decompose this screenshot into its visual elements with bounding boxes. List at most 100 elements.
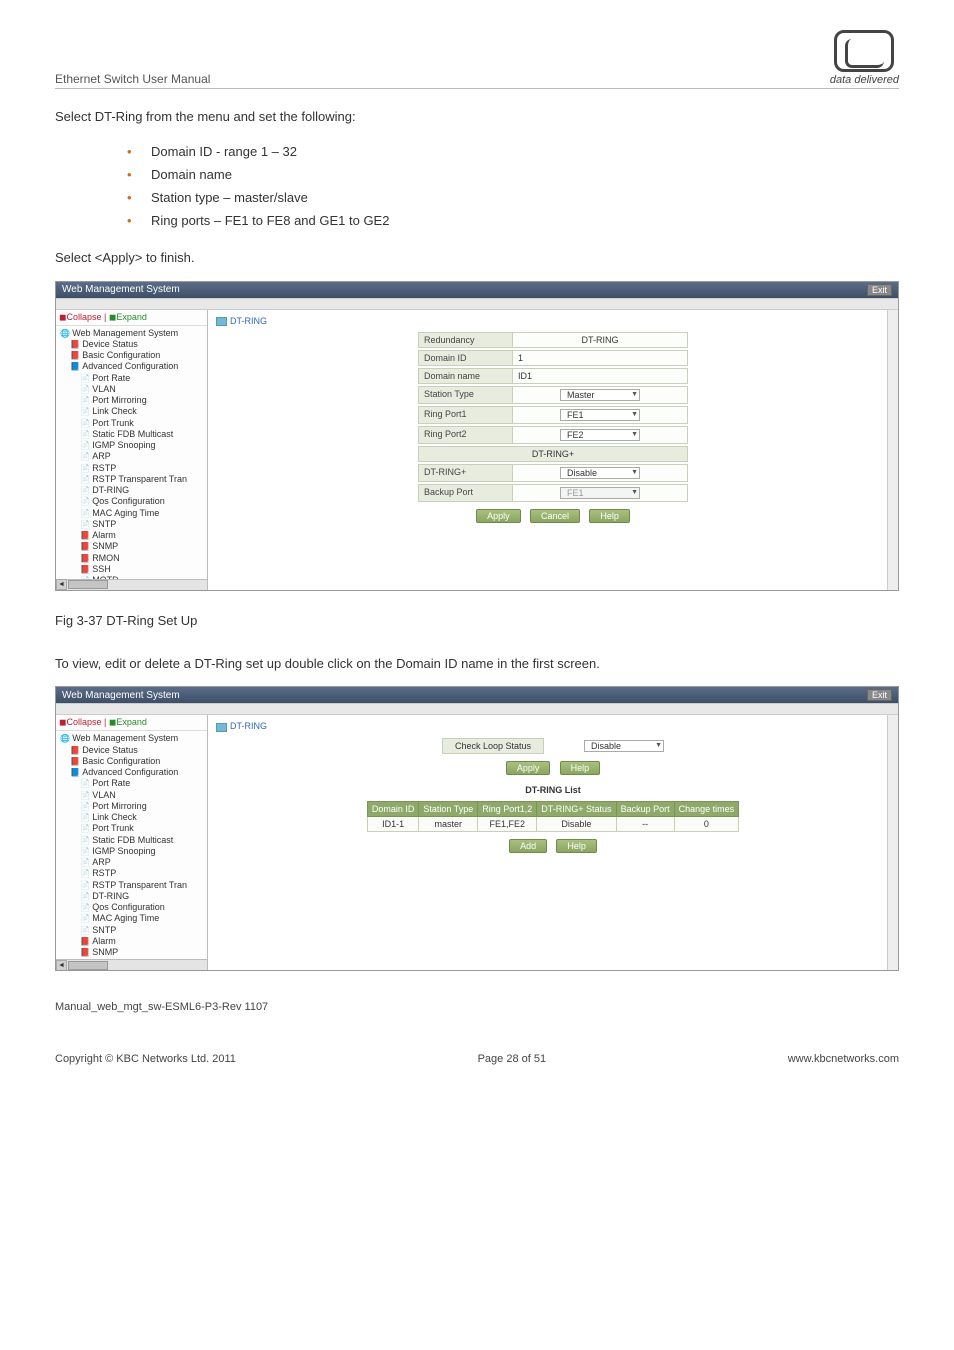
label-ring-port2: Ring Port2 [418, 426, 513, 444]
tree-item[interactable]: VLAN [60, 384, 205, 395]
tree-root[interactable]: Web Management System [60, 733, 205, 744]
bullet-item: Domain name [127, 163, 899, 186]
chevron-down-icon: ▼ [625, 411, 638, 418]
help-button[interactable]: Help [589, 509, 630, 523]
tree-item[interactable]: SNTP [60, 519, 205, 530]
tree-item[interactable]: Qos Configuration [60, 902, 205, 913]
footer-copyright: Copyright © KBC Networks Ltd. 2011 [55, 1053, 236, 1065]
footer-url: www.kbcnetworks.com [788, 1053, 899, 1065]
tree-item[interactable]: Device Status [60, 745, 205, 756]
brand-logo: data delivered [830, 30, 899, 86]
tree-item[interactable]: RSTP [60, 868, 205, 879]
add-button[interactable]: Add [509, 839, 547, 853]
tree-item[interactable]: RSTP Transparent Tran [60, 474, 205, 485]
manual-revision: Manual_web_mgt_sw-ESML6-P3-Rev 1107 [55, 1001, 899, 1013]
bullet-item: Domain ID - range 1 – 32 [127, 140, 899, 163]
tree-item[interactable]: Qos Configuration [60, 496, 205, 507]
chevron-down-icon: ▼ [625, 391, 638, 398]
table-row[interactable]: ID1-1 master FE1,FE2 Disable -- 0 [367, 816, 738, 831]
chevron-down-icon: ▼ [625, 469, 638, 476]
tree-item[interactable]: IGMP Snooping [60, 846, 205, 857]
tree-item[interactable]: Port Rate [60, 778, 205, 789]
input-domain-id[interactable]: 1 [513, 350, 688, 366]
apply-text: Select <Apply> to finish. [55, 248, 899, 269]
tree-item[interactable]: Static FDB Multicast [60, 429, 205, 440]
sidebar-scrollbar[interactable]: ◄ [56, 579, 207, 590]
value-redundancy: DT-RING [513, 332, 688, 348]
vertical-scrollbar[interactable] [887, 310, 898, 590]
tree-item[interactable]: Advanced Configuration [60, 361, 205, 372]
apply-button[interactable]: Apply [506, 761, 551, 775]
tree-item[interactable]: Static FDB Multicast [60, 835, 205, 846]
cancel-button[interactable]: Cancel [530, 509, 580, 523]
tree-item[interactable]: ARP [60, 451, 205, 462]
exit-button[interactable]: Exit [867, 284, 892, 296]
tree-item[interactable]: ARP [60, 857, 205, 868]
help-button[interactable]: Help [556, 839, 597, 853]
bullet-item: Station type – master/slave [127, 186, 899, 209]
nav-sidebar: ◼Collapse | ◼Expand Web Management Syste… [56, 715, 208, 970]
tree-item[interactable]: Device Status [60, 339, 205, 350]
tree-item[interactable]: Basic Configuration [60, 350, 205, 361]
tree-item[interactable]: SNTP [60, 925, 205, 936]
tree-item[interactable]: RMON [60, 553, 205, 564]
tree-item[interactable]: IGMP Snooping [60, 440, 205, 451]
label-backup-port: Backup Port [418, 484, 513, 502]
tree-item[interactable]: SNMP [60, 541, 205, 552]
help-button[interactable]: Help [560, 761, 601, 775]
breadcrumb-icon [216, 723, 227, 732]
tree-item[interactable]: Link Check [60, 812, 205, 823]
tree-item[interactable]: Link Check [60, 406, 205, 417]
tree-item[interactable]: SNMP [60, 947, 205, 958]
tree-item[interactable]: Alarm [60, 936, 205, 947]
tree-item[interactable]: Port Mirroring [60, 395, 205, 406]
window-title: Web Management System [62, 690, 180, 701]
intro-text: Select DT-Ring from the menu and set the… [55, 107, 899, 128]
tree-item[interactable]: DT-RING [60, 891, 205, 902]
label-redundancy: Redundancy [418, 332, 513, 348]
vertical-scrollbar[interactable] [887, 715, 898, 970]
tree-item[interactable]: VLAN [60, 790, 205, 801]
tree-item[interactable]: RSTP Transparent Tran [60, 880, 205, 891]
tree-item[interactable]: MAC Aging Time [60, 913, 205, 924]
chevron-down-icon: ▼ [625, 431, 638, 438]
tree-item[interactable]: MAC Aging Time [60, 508, 205, 519]
select-ring-port1[interactable]: FE1▼ [560, 409, 640, 421]
tree-root[interactable]: Web Management System [60, 328, 205, 339]
bullet-item: Ring ports – FE1 to FE8 and GE1 to GE2 [127, 209, 899, 232]
tree-item[interactable]: Port Trunk [60, 823, 205, 834]
section-dtring-plus: DT-RING+ [418, 446, 688, 462]
tree-item[interactable]: Alarm [60, 530, 205, 541]
tree-item[interactable]: SSH [60, 564, 205, 575]
label-domain-name: Domain name [418, 368, 513, 384]
th-backup-port: Backup Port [616, 801, 674, 816]
window-title: Web Management System [62, 284, 180, 295]
view-text: To view, edit or delete a DT-Ring set up… [55, 654, 899, 675]
tree-item[interactable]: Basic Configuration [60, 756, 205, 767]
input-domain-name[interactable]: ID1 [513, 368, 688, 384]
sidebar-scrollbar[interactable]: ◄ [56, 959, 207, 970]
tree-toggle[interactable]: ◼Collapse | ◼Expand [56, 715, 207, 731]
exit-button[interactable]: Exit [867, 689, 892, 701]
tree-item[interactable]: Port Mirroring [60, 801, 205, 812]
label-ring-port1: Ring Port1 [418, 406, 513, 424]
tree-toggle[interactable]: ◼Collapse | ◼Expand [56, 310, 207, 326]
select-dtring-plus[interactable]: Disable▼ [560, 467, 640, 479]
breadcrumb: DT-RING [208, 719, 898, 737]
select-ring-port2[interactable]: FE2▼ [560, 429, 640, 441]
tree-item[interactable]: RSTP [60, 463, 205, 474]
tree-item[interactable]: Advanced Configuration [60, 767, 205, 778]
label-dtring-plus: DT-RING+ [418, 464, 513, 482]
th-station-type: Station Type [419, 801, 478, 816]
tree-item[interactable]: Port Trunk [60, 418, 205, 429]
apply-button[interactable]: Apply [476, 509, 521, 523]
tree-item[interactable]: DT-RING [60, 485, 205, 496]
select-station-type[interactable]: Master▼ [560, 389, 640, 401]
tree-item[interactable]: Port Rate [60, 373, 205, 384]
label-station-type: Station Type [418, 386, 513, 404]
select-backup-port: FE1▼ [560, 487, 640, 499]
select-check-loop[interactable]: Disable▼ [584, 740, 664, 752]
dtring-list-caption: DT-RING List [208, 785, 898, 795]
th-dtring-plus-status: DT-RING+ Status [537, 801, 616, 816]
screenshot-dtring-list: Web Management System Exit ◼Collapse | ◼… [55, 686, 899, 971]
